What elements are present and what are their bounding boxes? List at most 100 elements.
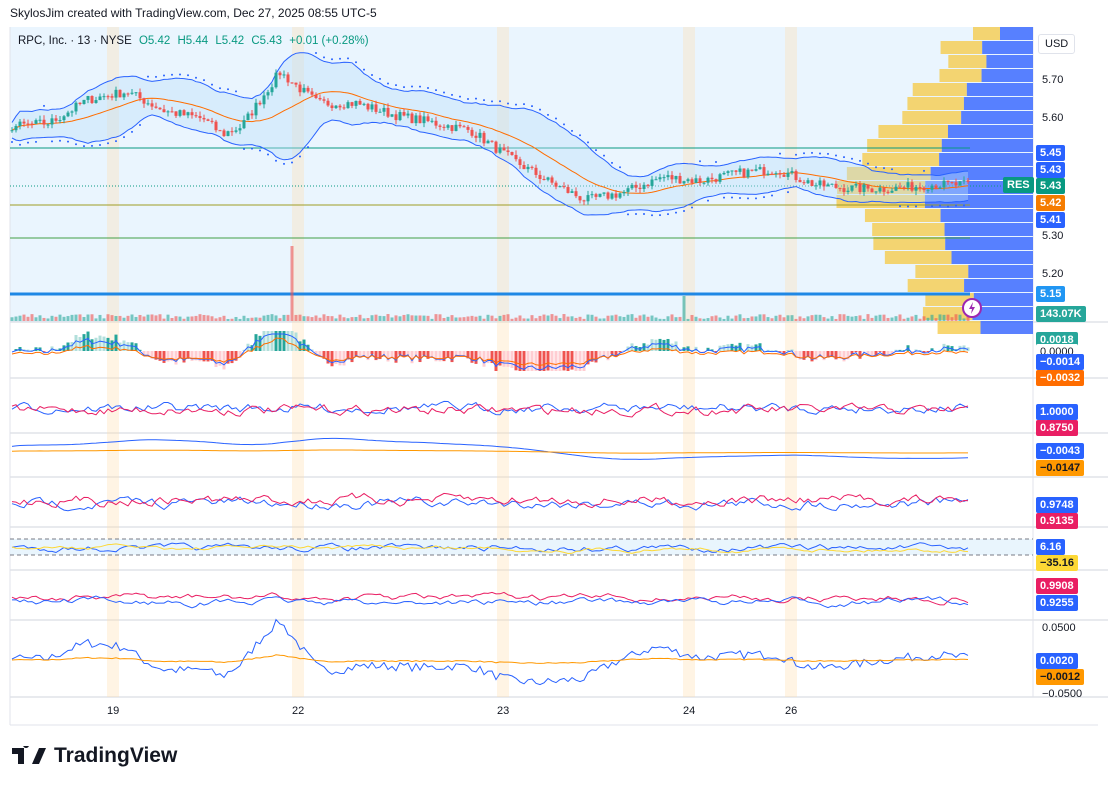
volume-bar xyxy=(206,315,210,321)
candle xyxy=(406,113,410,116)
parabolic-sar-dot xyxy=(947,205,949,208)
volume-bar xyxy=(530,315,534,321)
parabolic-sar-dot xyxy=(603,154,605,157)
volume-bar xyxy=(498,315,502,321)
candle xyxy=(462,126,466,128)
candle xyxy=(862,184,866,193)
volume-bar xyxy=(818,314,822,321)
parabolic-sar-dot xyxy=(507,102,509,105)
parabolic-sar-dot xyxy=(955,204,957,207)
candle xyxy=(946,180,950,183)
candle xyxy=(550,177,554,183)
volume-bar xyxy=(306,316,310,321)
volume-bar xyxy=(710,316,714,321)
volume-profile-bar xyxy=(872,223,945,236)
volume-bar xyxy=(662,318,666,321)
price-chart[interactable] xyxy=(0,0,1108,730)
macd-histogram-bar xyxy=(538,351,542,371)
macd-histogram-bar xyxy=(330,351,334,367)
volume-bar xyxy=(442,318,446,321)
candle xyxy=(686,179,690,182)
candle xyxy=(274,72,278,88)
parabolic-sar-dot xyxy=(611,161,613,164)
candle xyxy=(38,119,42,121)
candle xyxy=(814,185,818,187)
candle xyxy=(826,184,830,187)
volume-bar xyxy=(782,317,786,321)
volume-bar xyxy=(930,314,934,321)
parabolic-sar-dot xyxy=(619,166,621,169)
candle xyxy=(190,112,194,116)
parabolic-sar-dot xyxy=(435,89,437,92)
volume-bar xyxy=(682,296,686,321)
candle xyxy=(162,109,166,113)
volume-bar xyxy=(890,317,894,321)
volume-bar xyxy=(34,317,38,321)
price-badge: −0.0012 xyxy=(1036,669,1085,685)
volume-bar xyxy=(566,316,570,321)
candle xyxy=(742,168,746,178)
candle xyxy=(246,113,250,121)
macd-histogram-bar xyxy=(342,351,346,366)
volume-bar xyxy=(726,315,730,321)
candle xyxy=(794,171,798,181)
candle xyxy=(210,120,214,122)
candle xyxy=(70,111,74,113)
volume-bar xyxy=(262,315,266,321)
volume-bar xyxy=(46,318,50,321)
parabolic-sar-dot xyxy=(187,74,189,77)
candle xyxy=(906,182,910,188)
macd-histogram-bar xyxy=(842,351,846,362)
symbol-name[interactable]: RPC, Inc. · 13 · NYSE xyxy=(18,35,132,47)
price-badge: 5.41 xyxy=(1036,212,1066,228)
volume-bar xyxy=(858,315,862,321)
parabolic-sar-dot xyxy=(147,75,149,78)
price-badge: −0.0014 xyxy=(1036,354,1085,370)
parabolic-sar-dot xyxy=(883,167,885,170)
parabolic-sar-dot xyxy=(795,153,797,156)
candle xyxy=(766,173,770,176)
macd-histogram-bar xyxy=(286,331,290,351)
currency-button[interactable]: USD xyxy=(1038,34,1076,54)
volume-bar xyxy=(702,318,706,321)
parabolic-sar-dot xyxy=(203,79,205,82)
candle xyxy=(258,102,262,105)
macd-histogram-bar xyxy=(494,351,498,371)
candle xyxy=(482,132,486,144)
volume-bar xyxy=(738,314,742,321)
candle xyxy=(854,184,858,186)
parabolic-sar-dot xyxy=(99,144,101,147)
candle xyxy=(818,180,822,186)
candle xyxy=(278,72,282,76)
volume-profile-bar xyxy=(907,279,965,292)
candle xyxy=(458,124,462,127)
candle xyxy=(314,94,318,98)
volume-bar xyxy=(422,315,426,321)
volume-bar xyxy=(690,314,694,321)
candle xyxy=(690,179,694,183)
volume-bar xyxy=(898,314,902,321)
volume-bar xyxy=(242,315,246,321)
candle xyxy=(558,186,562,188)
volume-bar xyxy=(134,316,138,321)
macd-histogram-bar xyxy=(470,351,474,363)
parabolic-sar-dot xyxy=(19,143,21,146)
candle xyxy=(154,106,158,108)
indicator-line xyxy=(11,400,969,416)
macd-histogram-bar xyxy=(582,351,586,371)
candle xyxy=(430,120,434,122)
parabolic-sar-dot xyxy=(179,73,181,76)
volume-profile-bar xyxy=(944,223,1033,236)
candle xyxy=(966,180,970,182)
parabolic-sar-dot xyxy=(563,123,565,126)
price-badge: 5.42 xyxy=(1036,195,1066,211)
parabolic-sar-dot xyxy=(819,152,821,155)
volume-bar xyxy=(234,316,238,321)
volume-bar xyxy=(846,315,850,321)
volume-bar xyxy=(906,317,910,321)
volume-bar xyxy=(558,318,562,321)
tradingview-logo[interactable]: TradingView xyxy=(12,744,177,768)
parabolic-sar-dot xyxy=(667,213,669,216)
candle xyxy=(646,184,650,186)
candle xyxy=(386,107,390,117)
